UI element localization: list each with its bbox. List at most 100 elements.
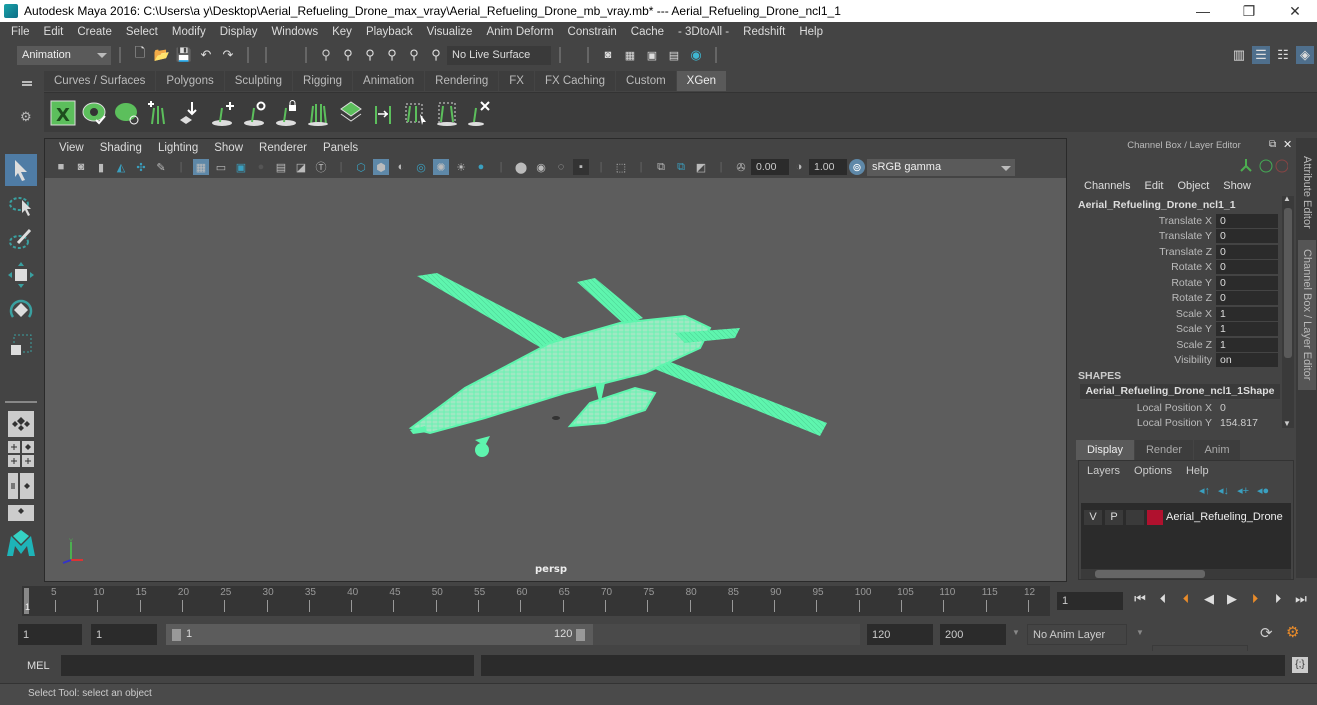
restore-button[interactable]: ❐ [1226, 0, 1272, 22]
xgen-guide-length-icon[interactable] [368, 98, 398, 128]
new-layer-from-selected-icon[interactable]: ◂● [1257, 484, 1269, 497]
channel-value[interactable]: on [1216, 353, 1278, 368]
character-set-chevron-icon[interactable]: ▼ [1136, 628, 1144, 637]
mel-input[interactable] [61, 655, 474, 676]
play-backwards-icon[interactable]: ◀ [1199, 591, 1219, 607]
scrollbar-thumb[interactable] [1284, 208, 1292, 358]
layer-color-swatch[interactable] [1147, 509, 1163, 525]
xgen-clear-preview-icon[interactable] [112, 98, 142, 128]
textured-icon[interactable]: ✺ [433, 159, 449, 175]
step-forward-frame-icon[interactable]: ⏵ [1268, 591, 1288, 607]
film-gate-icon[interactable]: ▭ [213, 159, 229, 175]
xgen-select-guides-icon[interactable] [400, 98, 430, 128]
menu-3dtoall[interactable]: - 3DtoAll - [671, 26, 736, 38]
vp-menu-panels[interactable]: Panels [315, 142, 366, 154]
animation-preferences-icon[interactable]: ⚙ [1286, 623, 1299, 641]
channel-box-toggle-icon[interactable]: ◈ [1296, 46, 1314, 64]
redo-icon[interactable]: ↷ [219, 46, 237, 64]
isolate-select-icon[interactable]: ⬚ [613, 159, 629, 175]
xray-icon[interactable]: ⧉ [653, 159, 669, 175]
channel-value[interactable]: 0 [1216, 244, 1278, 259]
shelf-settings-gear-icon[interactable]: ⚙ [20, 109, 32, 125]
xgen-delete-guide-icon[interactable] [464, 98, 494, 128]
bookmark-icon[interactable]: ▮ [93, 159, 109, 175]
screen-space-ao-icon[interactable]: ⬤ [513, 159, 529, 175]
xgen-guide-region-icon[interactable] [432, 98, 462, 128]
layers-menu[interactable]: Layers [1087, 465, 1120, 477]
drone-wireframe-model[interactable] [45, 178, 1066, 581]
open-scene-icon[interactable]: 📂 [153, 46, 171, 64]
menu-modify[interactable]: Modify [165, 26, 213, 38]
hypershade-icon[interactable]: ◉ [687, 46, 705, 64]
animation-end-field[interactable]: 200 [940, 624, 1006, 645]
multisample-aa-icon[interactable]: ◌ [553, 159, 569, 175]
layer-row[interactable]: V P Aerial_Refueling_Drone [1081, 507, 1291, 527]
vp-menu-view[interactable]: View [51, 142, 92, 154]
channel-row[interactable]: Translate X 0 [1073, 213, 1278, 229]
select-tool-icon[interactable] [5, 154, 37, 186]
range-bar[interactable]: 1 120 [166, 624, 593, 645]
xgen-create-description-icon[interactable] [144, 98, 174, 128]
menu-display[interactable]: Display [213, 26, 265, 38]
anim-layer-chevron-icon[interactable]: ▼ [1012, 628, 1020, 637]
layer-visibility-toggle[interactable]: V [1084, 509, 1102, 525]
playback-end-field[interactable]: 120 [867, 624, 933, 645]
shelf-tab-sculpting[interactable]: Sculpting [224, 71, 293, 91]
attribute-editor-toggle-icon[interactable]: ☰ [1252, 46, 1270, 64]
channel-value[interactable]: 1 [1216, 322, 1278, 337]
rotate-tool-icon[interactable] [5, 294, 37, 326]
vp-menu-shading[interactable]: Shading [92, 142, 150, 154]
xgen-guide-display-icon[interactable] [304, 98, 334, 128]
vp-menu-lighting[interactable]: Lighting [150, 142, 206, 154]
channel-box-tab[interactable]: Channel Box / Layer Editor [1298, 240, 1316, 390]
menu-visualize[interactable]: Visualize [420, 26, 480, 38]
ipr-render-icon[interactable]: ▣ [643, 46, 661, 64]
show-menu[interactable]: Show [1223, 180, 1251, 192]
layer-display-type-toggle[interactable] [1126, 509, 1144, 525]
step-forward-key-icon[interactable]: ⏵ [1245, 591, 1265, 607]
mel-label[interactable]: MEL [27, 660, 50, 672]
menu-select[interactable]: Select [119, 26, 165, 38]
select-by-object-icon[interactable]: ⚲ [339, 46, 357, 64]
persp-graph-layout-icon[interactable] [8, 505, 34, 521]
channel-scrollbar[interactable]: ▲ ▼ [1282, 194, 1294, 428]
render-frame-icon[interactable]: ◙ [599, 46, 617, 64]
step-back-key-icon[interactable]: ⏴ [1176, 591, 1196, 607]
animation-start-field[interactable]: 1 [18, 624, 82, 645]
new-scene-icon[interactable]: 🗋 [131, 45, 149, 64]
menu-help[interactable]: Help [792, 26, 830, 38]
snap-to-point-icon[interactable]: ⚲ [427, 46, 445, 64]
use-default-material-icon[interactable]: ◐ [393, 159, 409, 175]
options-menu[interactable]: Options [1134, 465, 1172, 477]
tool-settings-toggle-icon[interactable]: ☷ [1274, 46, 1292, 64]
shape-channel-row[interactable]: Local Position X 0 [1073, 400, 1279, 415]
layer-name[interactable]: Aerial_Refueling_Drone [1166, 511, 1283, 523]
channel-row[interactable]: Rotate Y 0 [1073, 275, 1278, 291]
shelf-tab-polygons[interactable]: Polygons [156, 71, 224, 91]
channel-value[interactable]: 0 [1216, 291, 1278, 306]
shape-name[interactable]: Aerial_Refueling_Drone_ncl1_1Shape [1080, 384, 1280, 399]
modeling-toolkit-icon[interactable]: ▥ [1230, 46, 1248, 64]
channel-row[interactable]: Scale Z 1 [1073, 337, 1278, 353]
range-start-handle[interactable] [172, 629, 181, 641]
safe-action-icon[interactable]: ◪ [293, 159, 309, 175]
grease-pencil-icon[interactable]: ✎ [153, 159, 169, 175]
xgen-preview-icon[interactable] [80, 98, 110, 128]
channel-row[interactable]: Visibility on [1073, 353, 1278, 369]
lasso-tool-icon[interactable] [5, 189, 37, 221]
channel-value[interactable]: 0 [1216, 402, 1226, 414]
minimize-button[interactable]: — [1180, 0, 1226, 22]
menu-windows[interactable]: Windows [264, 26, 325, 38]
channels-menu[interactable]: Channels [1084, 180, 1130, 192]
channel-value[interactable]: 154.817 [1216, 417, 1258, 429]
smooth-shade-icon[interactable]: ⬢ [373, 159, 389, 175]
exposure-field[interactable]: 0.00 [751, 159, 789, 175]
time-ruler[interactable]: 5 10 15 20 25 30 35 40 45 50 55 60 65 70 75 80 85 90 95 100… [22, 586, 1050, 616]
2d-pan-zoom-icon[interactable]: ✣ [133, 159, 149, 175]
channel-row[interactable]: Scale Y 1 [1073, 322, 1278, 338]
shelf-menu-icon[interactable] [22, 81, 32, 83]
gamma-icon[interactable]: ◑ [791, 159, 807, 175]
outliner-persp-layout-icon[interactable] [8, 473, 34, 499]
channel-row[interactable]: Translate Z 0 [1073, 244, 1278, 260]
menu-anim-deform[interactable]: Anim Deform [479, 26, 560, 38]
